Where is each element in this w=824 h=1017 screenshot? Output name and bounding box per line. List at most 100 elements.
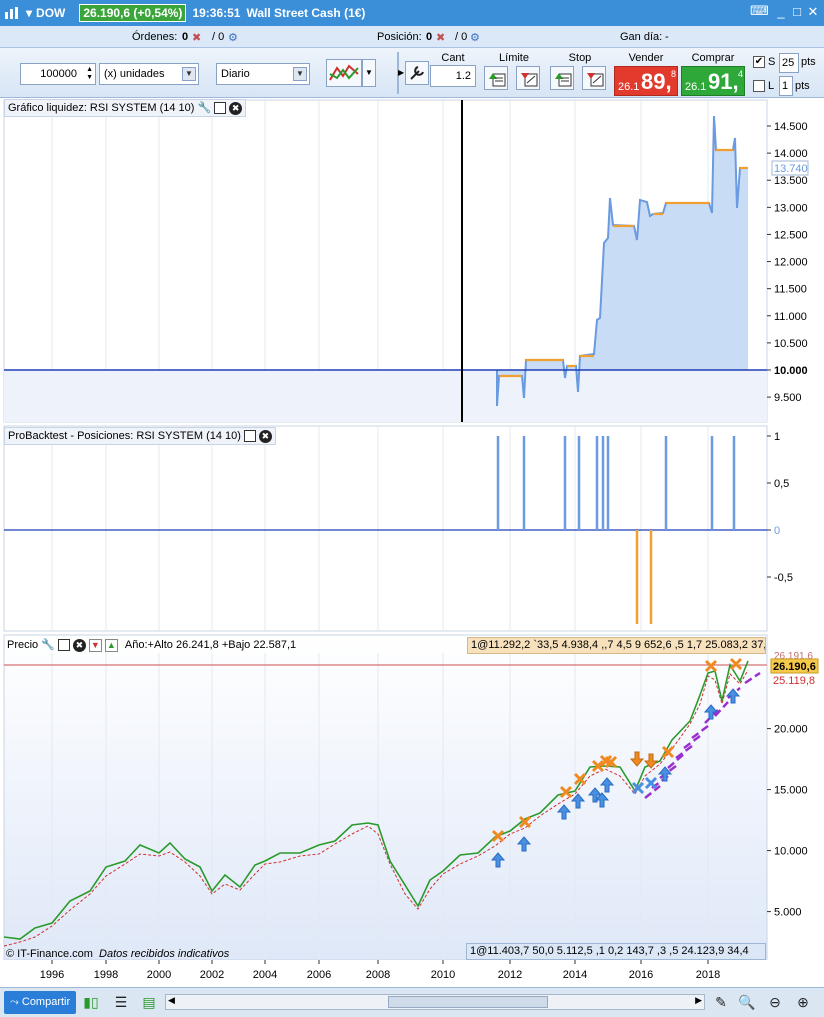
chevron-down-icon: ▼ [293,67,307,81]
strategy-icon [329,64,359,81]
cancel-icon[interactable]: ✖ [436,31,445,44]
orders-label: Órdenes: [132,31,178,43]
scroll-left-icon[interactable]: ◀ [168,995,175,1006]
list-icon[interactable]: ☰ [112,993,130,1011]
position-value: 0 [426,31,433,43]
l-pts-input[interactable]: 1 [779,76,793,96]
maximize-panel-icon[interactable] [214,102,227,114]
units-select[interactable]: (x) unidades ▼ [99,63,199,85]
stop-sell-button[interactable] [582,66,606,90]
zoom-fit-icon[interactable]: 🔍 [738,993,756,1011]
instrument-name: Wall Street Cash (1€) [246,6,366,20]
candlestick-icon[interactable]: ▮▯ [82,993,100,1011]
s-label: S [768,56,776,68]
price-tick-label: 20.000 [774,724,808,736]
zoom-in-icon[interactable]: ⊕ [794,993,812,1011]
period-select[interactable]: Diario ▼ [216,63,310,85]
close-panel-icon[interactable]: ✖ [229,101,243,115]
s-pts-input[interactable]: 25 [779,53,799,73]
price-stats: Año:+Alto 26.241,8 +Bajo 22.587,1 [124,639,297,651]
buy-button[interactable]: 26.1 91, 4 [681,66,745,96]
stop-buy-icon [555,73,572,87]
limit-buy-button[interactable] [484,66,508,90]
stepper-icon[interactable]: ▲ ▼ [86,66,93,82]
price-tick-label: 5.000 [774,907,802,919]
limit-sell-button[interactable] [516,66,540,90]
positions-panel: 1 0,5 0 -0,5 [3,425,793,632]
equity-tick-label: 9.500 [774,392,802,404]
scroll-right-icon[interactable]: ▶ [695,995,702,1006]
table-icon[interactable]: ▤ [140,993,158,1011]
price-panel: 20.00015.00010.0005.00026.191,626.190,62… [3,634,819,961]
year-tick-label: 2010 [431,969,455,981]
l-label: L [768,80,775,92]
s-unit: pts [801,56,816,68]
sell-button[interactable]: 26.1 89, 8 [614,66,678,96]
year-tick-label: 2014 [563,969,587,981]
zoom-out-icon[interactable]: ⊖ [766,993,784,1011]
quantity-input[interactable]: 100000 ▲ ▼ [20,63,96,85]
share-button[interactable]: ⤳ Compartir [4,991,76,1014]
orders-value-2: / 0 [212,31,225,43]
chart-area[interactable]: 14.500 14.000 13.500 13.000 12.500 12.000 11.5… [0,98,824,987]
maximize-panel-icon[interactable] [243,430,256,442]
info-strip: Órdenes: 0 ✖ / 0 ⚙ Posición: 0 ✖ / 0 ⚙ G… [0,26,824,48]
draw-tool-icon[interactable]: ✎ [712,993,730,1011]
close-panel-icon[interactable]: ✖ [258,429,272,443]
horizontal-scrollbar[interactable]: ◀ ▶ [165,994,705,1010]
stop-buy-button[interactable] [550,66,574,90]
keyboard-icon[interactable]: ⌨ [750,4,769,18]
positions-tick-label: 0 [774,525,780,537]
equity-tick-label: 10.500 [774,338,808,350]
stop-label: Stop [568,52,592,64]
cancel-icon[interactable]: ✖ [192,31,201,44]
chevron-right-icon[interactable]: ▶ [398,68,404,77]
l-checkbox[interactable] [753,80,765,92]
gear-icon[interactable]: ⚙ [470,31,480,44]
symbol-selector[interactable]: ▾ DOW [26,6,65,20]
sell-arrow-icon[interactable]: ▼ [88,638,102,652]
cant-input[interactable]: 1.2 [430,65,476,87]
wrench-icon[interactable]: 🔧 [41,637,55,653]
price-tick-label: 10.000 [774,846,808,858]
equity-panel-title: Gráfico liquidez: RSI SYSTEM (14 10) 🔧 ✖ [4,99,247,117]
wrench-icon[interactable]: 🔧 [197,100,211,116]
equity-tick-label: 14.000 [774,148,808,160]
price-panel-title: Precio 🔧 ✖ ▼ ▲ Año:+Alto 26.241,8 +Bajo … [7,637,297,653]
chevron-down-icon: ▼ [182,67,196,81]
year-tick-label: 2002 [200,969,224,981]
wrench-icon [410,66,424,80]
gain-label: Gan día: [620,31,663,43]
strategy-button[interactable] [326,59,362,87]
year-tick-label: 2006 [307,969,331,981]
year-tick-label: 2012 [498,969,522,981]
equity-tick-label: 11.500 [774,284,807,296]
last-price-label: 26.190,6 [773,661,816,673]
equity-tick-label: 10.000 [774,365,808,377]
gain-value: - [665,31,669,43]
buy-arrow-icon[interactable]: ▲ [104,638,118,652]
share-icon: ⤳ [10,996,19,1008]
scrollbar-thumb[interactable] [388,996,548,1008]
year-tick-label: 2016 [629,969,653,981]
positions-axis: 1 0,5 0 -0,5 [767,431,793,584]
equity-last-label: 13.740 [774,163,808,175]
year-tick-label: 2000 [147,969,171,981]
chevron-down-icon[interactable]: ▼ [362,59,376,87]
close-button[interactable]: ✕ [806,5,820,19]
maximize-button[interactable]: □ [790,5,804,19]
close-panel-icon[interactable]: ✖ [72,638,86,652]
data-source: © IT-Finance.com Datos recibidos indicat… [6,948,230,960]
equity-panel: 14.500 14.000 13.500 13.000 12.500 12.000 11.5… [3,99,809,423]
positions-tick-label: 1 [774,431,780,443]
gear-icon[interactable]: ⚙ [228,31,238,44]
equity-axis: 14.500 14.000 13.500 13.000 12.500 12.000 11.5… [767,121,809,404]
clock: 19:36:51 [192,6,241,20]
maximize-panel-icon[interactable] [57,639,70,651]
positions-panel-title: ProBacktest - Posiciones: RSI SYSTEM (14… [4,427,276,445]
wrench-button[interactable] [405,61,429,85]
s-checkbox[interactable]: ✔ [753,56,765,68]
minimize-button[interactable]: _ [774,5,788,19]
limit-buy-icon [489,73,506,87]
l-unit: pts [795,80,810,92]
